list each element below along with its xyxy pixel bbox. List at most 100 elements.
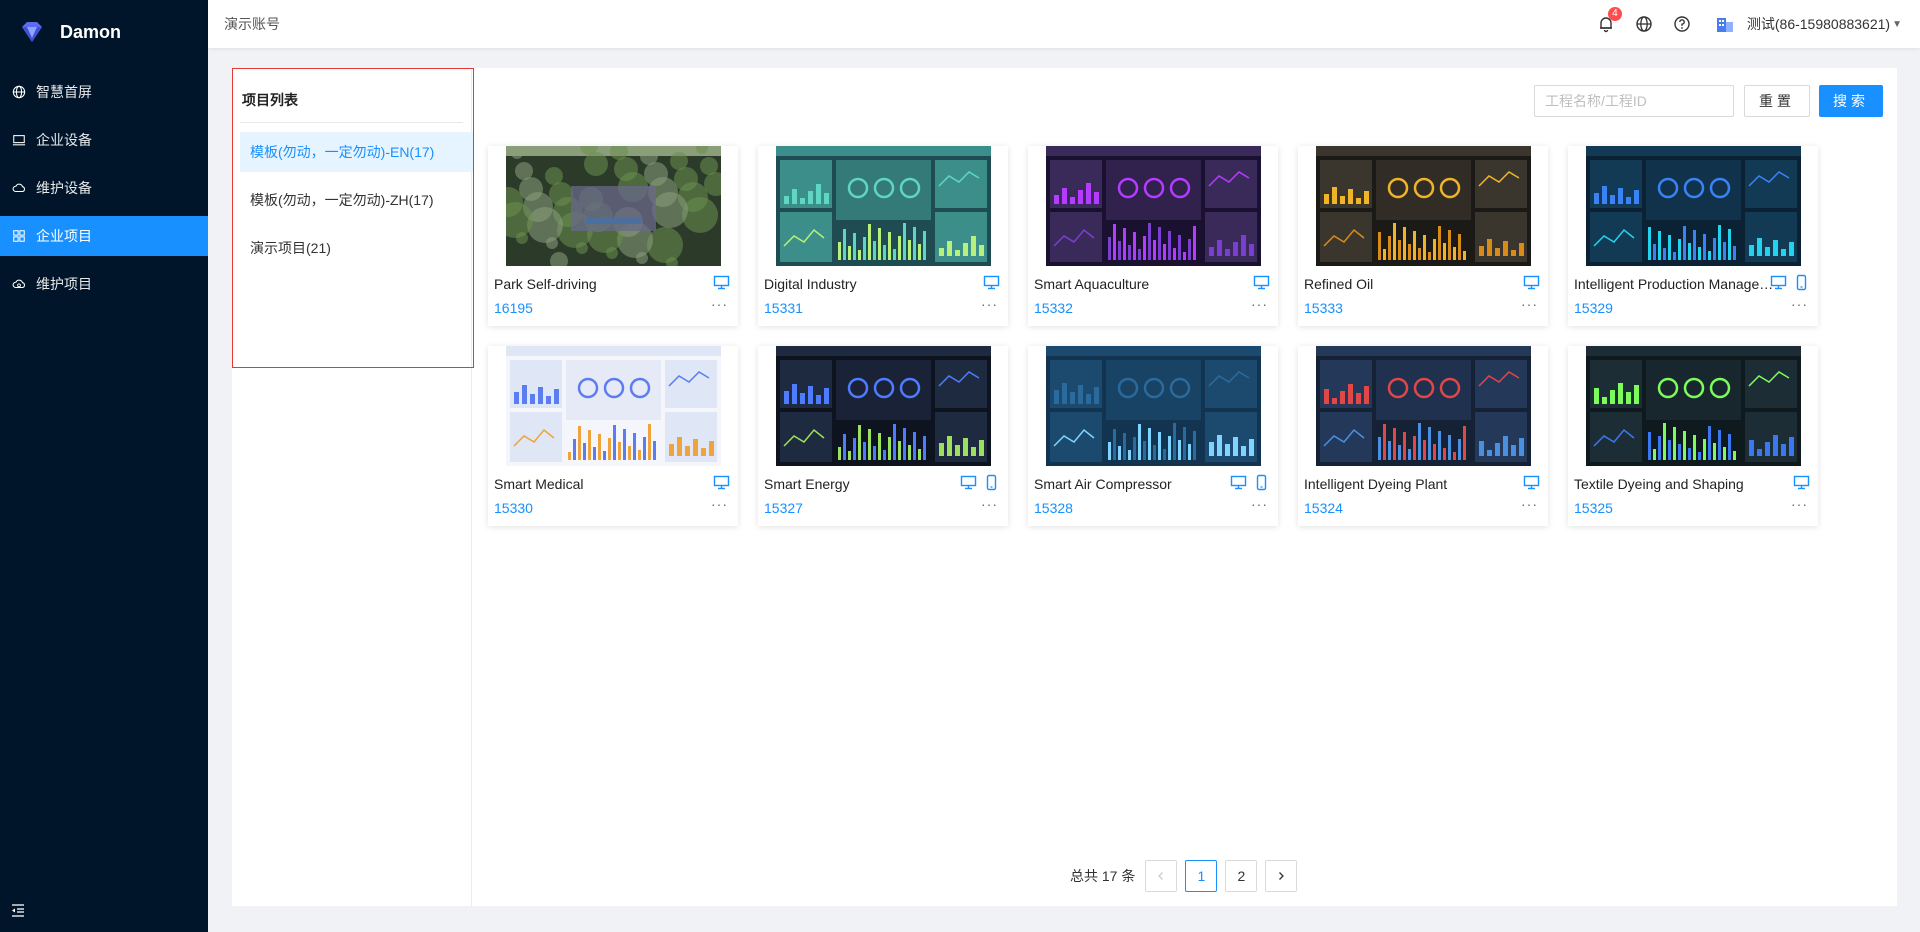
- project-thumbnail[interactable]: [1586, 146, 1801, 266]
- next-page-button[interactable]: [1265, 860, 1298, 892]
- more-options-icon[interactable]: ···: [711, 296, 728, 312]
- project-id: 15330: [494, 500, 533, 516]
- sidebar-item-label: 维护项目: [36, 276, 92, 292]
- user-name: 测试(86-15980883621): [1746, 16, 1891, 32]
- desktop-icon[interactable]: [1523, 474, 1540, 491]
- project-thumbnail[interactable]: [1586, 346, 1801, 466]
- project-card[interactable]: Intelligent Production Management 15329 ··…: [1568, 146, 1818, 326]
- bell-icon[interactable]: 4: [1597, 7, 1622, 33]
- app-name: Damon: [60, 21, 122, 42]
- more-options-icon[interactable]: ···: [1521, 496, 1538, 512]
- grid-icon: [12, 229, 26, 243]
- menu-fold-icon[interactable]: [10, 902, 26, 918]
- cloud-icon: [12, 181, 26, 195]
- project-name: Textile Dyeing and Shaping: [1574, 476, 1744, 492]
- more-options-icon[interactable]: ···: [711, 496, 728, 512]
- more-options-icon[interactable]: ···: [981, 496, 998, 512]
- project-thumbnail[interactable]: [506, 146, 721, 266]
- project-thumbnail[interactable]: [776, 146, 991, 266]
- project-thumbnail[interactable]: [506, 346, 721, 466]
- desktop-icon[interactable]: [1523, 274, 1540, 291]
- more-options-icon[interactable]: ···: [1251, 296, 1268, 312]
- project-group-template-zh[interactable]: 模板(勿动，一定勿动)-ZH(17): [240, 180, 473, 220]
- sidebar: Damon 智慧首屏 企业设备 维护设备 企业项目 维护项目: [0, 0, 208, 932]
- project-group-demo[interactable]: 演示项目(21): [240, 228, 473, 268]
- header-actions: 4 测试(86-15980883621) ▼: [1587, 0, 1902, 48]
- more-options-icon[interactable]: ···: [1521, 296, 1538, 312]
- project-name: Smart Energy: [764, 476, 850, 492]
- user-menu[interactable]: 测试(86-15980883621) ▼: [1715, 14, 1902, 34]
- project-thumbnail[interactable]: [1046, 346, 1261, 466]
- project-thumbnail[interactable]: [1046, 146, 1261, 266]
- prev-page-button[interactable]: [1145, 860, 1178, 892]
- project-group-template-en[interactable]: 模板(勿动，一定勿动)-EN(17): [240, 132, 473, 172]
- device-type-icons: [1517, 274, 1540, 291]
- desktop-icon[interactable]: [713, 474, 730, 491]
- more-options-icon[interactable]: ···: [1251, 496, 1268, 512]
- desktop-icon[interactable]: [1793, 474, 1810, 491]
- project-card[interactable]: Textile Dyeing and Shaping 15325 ···: [1568, 346, 1818, 526]
- project-name: Intelligent Dyeing Plant: [1304, 476, 1448, 492]
- sidebar-item-enterprise-projects[interactable]: 企业项目: [0, 216, 208, 256]
- mobile-phone-icon[interactable]: [1793, 274, 1810, 291]
- project-card[interactable]: Park Self-driving 16195 ···: [488, 146, 738, 326]
- project-name: Smart Medical: [494, 476, 584, 492]
- project-thumbnail[interactable]: [1316, 146, 1531, 266]
- sidebar-item-enterprise-devices[interactable]: 企业设备: [0, 120, 208, 160]
- project-card[interactable]: Refined Oil 15333 ···: [1298, 146, 1548, 326]
- project-card[interactable]: Smart Air Compressor 15328 ···: [1028, 346, 1278, 526]
- pagination-total: 总共 17 条: [1070, 868, 1136, 884]
- project-list-panel: 项目列表 模板(勿动，一定勿动)-EN(17) 模板(勿动，一定勿动)-ZH(1…: [232, 68, 474, 906]
- more-options-icon[interactable]: ···: [981, 296, 998, 312]
- chevron-left-icon: [1158, 872, 1164, 880]
- cloud-sync-icon: [12, 277, 26, 291]
- chevron-right-icon: [1279, 872, 1285, 880]
- monitor-icon: [12, 133, 26, 147]
- more-options-icon[interactable]: ···: [1791, 496, 1808, 512]
- sidebar-item-smart-home[interactable]: 智慧首屏: [0, 72, 208, 112]
- project-card[interactable]: Smart Energy 15327 ···: [758, 346, 1008, 526]
- project-card[interactable]: Intelligent Dyeing Plant 15324 ···: [1298, 346, 1548, 526]
- project-thumbnail[interactable]: [776, 346, 991, 466]
- more-options-icon[interactable]: ···: [1791, 296, 1808, 312]
- language-globe-icon[interactable]: [1635, 15, 1653, 33]
- desktop-icon[interactable]: [1770, 274, 1787, 291]
- device-type-icons: [954, 474, 1000, 491]
- project-card[interactable]: Smart Aquaculture 15332 ···: [1028, 146, 1278, 326]
- project-name: Smart Aquaculture: [1034, 276, 1150, 292]
- project-list-title: 项目列表: [242, 92, 298, 108]
- sidebar-item-maintenance-projects[interactable]: 维护项目: [0, 264, 208, 304]
- project-name: Smart Air Compressor: [1034, 476, 1172, 492]
- device-type-icons: [1224, 474, 1270, 491]
- mobile-phone-icon[interactable]: [1253, 474, 1270, 491]
- help-icon[interactable]: [1673, 15, 1691, 33]
- desktop-icon[interactable]: [713, 274, 730, 291]
- breadcrumb[interactable]: 演示账号: [224, 14, 280, 34]
- mobile-phone-icon[interactable]: [983, 474, 1000, 491]
- page-2-button[interactable]: 2: [1225, 860, 1258, 892]
- notification-badge: 4: [1607, 7, 1622, 21]
- project-id: 16195: [494, 300, 533, 316]
- project-card[interactable]: Smart Medical 15330 ···: [488, 346, 738, 526]
- sidebar-item-label: 企业项目: [36, 228, 92, 244]
- sidebar-item-label: 企业设备: [36, 132, 92, 148]
- desktop-icon[interactable]: [960, 474, 977, 491]
- device-type-icons: [1247, 274, 1270, 291]
- project-id: 15327: [764, 500, 803, 516]
- project-id: 15328: [1034, 500, 1073, 516]
- device-type-icons: [1787, 474, 1810, 491]
- project-id: 15329: [1574, 300, 1613, 316]
- page-1-button[interactable]: 1: [1185, 860, 1218, 892]
- sidebar-item-maintenance-devices[interactable]: 维护设备: [0, 168, 208, 208]
- search-button[interactable]: 搜索: [1819, 85, 1883, 117]
- reset-button[interactable]: 重置: [1744, 85, 1810, 117]
- project-card[interactable]: Digital Industry 15331 ···: [758, 146, 1008, 326]
- project-thumbnail[interactable]: [1316, 346, 1531, 466]
- project-id: 15332: [1034, 300, 1073, 316]
- desktop-icon[interactable]: [1253, 274, 1270, 291]
- logo[interactable]: Damon: [0, 0, 208, 64]
- desktop-icon[interactable]: [1230, 474, 1247, 491]
- diamond-logo-icon: [22, 22, 42, 42]
- search-input[interactable]: [1534, 85, 1734, 117]
- desktop-icon[interactable]: [983, 274, 1000, 291]
